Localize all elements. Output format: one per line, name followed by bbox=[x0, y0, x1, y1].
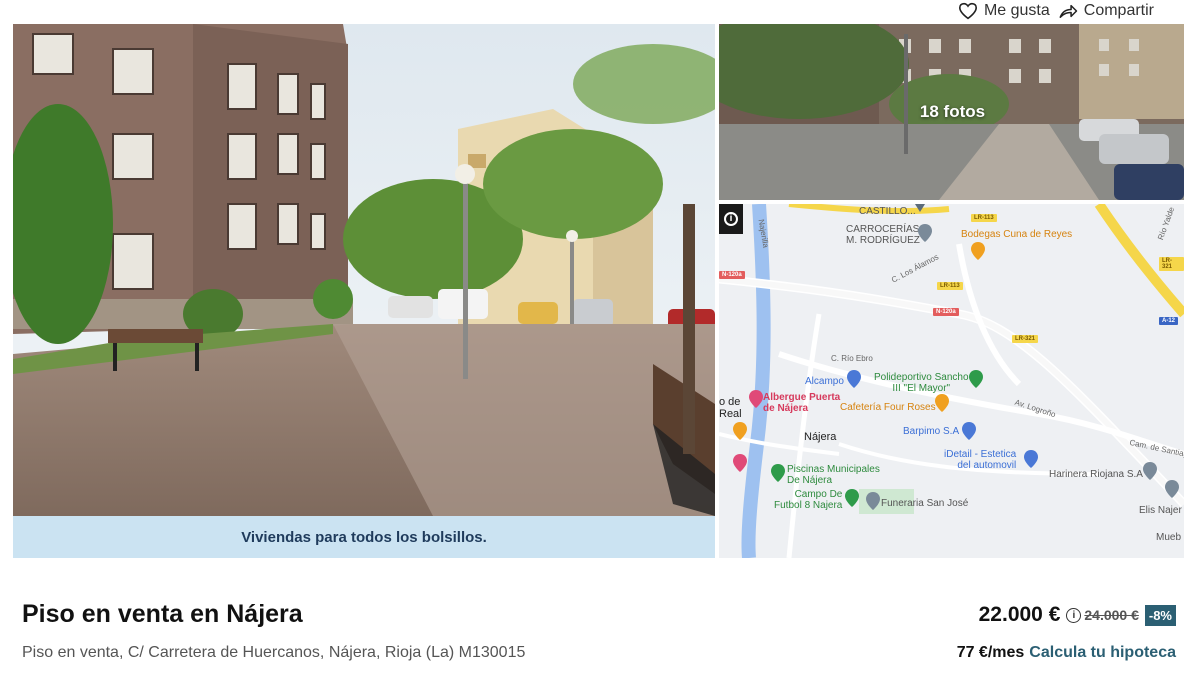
map-label-idetail: iDetail - Estetica del automovil bbox=[944, 449, 1017, 471]
map-pin-barpimo bbox=[962, 422, 976, 440]
map-label-carrocerias: CARROCERÍAS M. RODRÍGUEZ bbox=[846, 224, 920, 246]
map-pin-albergue bbox=[749, 390, 763, 408]
map-info-button[interactable]: i bbox=[719, 204, 743, 234]
map-label-elis: Elis Najer bbox=[1139, 505, 1182, 516]
mortgage-calculator-link[interactable]: Calcula tu hipoteca bbox=[1029, 644, 1176, 662]
map-pin-castillo bbox=[915, 204, 925, 212]
map-pin-alcampo bbox=[847, 370, 861, 388]
map-badge-n120a-b: N-120a bbox=[933, 308, 959, 316]
map-label-mueb: Mueb bbox=[1156, 532, 1182, 543]
map-label-castillo: CASTILLO... bbox=[859, 206, 916, 217]
listing-title: Piso en venta en Nájera bbox=[22, 600, 303, 628]
share-label: Compartir bbox=[1083, 2, 1154, 19]
map-pin-elis bbox=[1165, 480, 1179, 498]
listing-actions: Me gusta Compartir bbox=[958, 0, 1154, 22]
location-map[interactable]: i CASTILLO... CARROCERÍAS M. RODRÍGUEZ B… bbox=[719, 204, 1184, 558]
promo-banner: Viviendas para todos los bolsillos. bbox=[13, 516, 715, 558]
map-label-funeraria: Funeraria San José bbox=[881, 498, 969, 509]
main-photo[interactable] bbox=[13, 24, 715, 516]
like-button[interactable]: Me gusta bbox=[958, 2, 1050, 20]
monthly-payment: 77 €/mes bbox=[956, 644, 1025, 661]
price-info-icon[interactable]: i bbox=[1066, 607, 1082, 623]
map-pin-funeraria bbox=[866, 492, 880, 510]
map-label-cafeteria: Cafetería Four Roses bbox=[840, 402, 936, 413]
like-label: Me gusta bbox=[983, 2, 1050, 19]
photos-count-label: 18 fotos bbox=[919, 102, 986, 121]
map-pin-carrocerias bbox=[918, 224, 932, 242]
map-road-rio-ebro: C. Río Ebro bbox=[831, 354, 873, 363]
map-pin-polideportivo bbox=[969, 370, 983, 388]
heart-icon bbox=[958, 2, 977, 20]
map-label-harinera: Harinera Riojana S.A bbox=[1049, 469, 1143, 480]
map-label-barpimo: Barpimo S.A bbox=[903, 426, 960, 437]
map-pin-bodegas bbox=[971, 242, 985, 260]
share-icon bbox=[1059, 4, 1077, 18]
discount-badge: -8% bbox=[1144, 604, 1176, 626]
map-label-polideportivo: Polideportivo Sancho III "El Mayor" bbox=[874, 372, 969, 394]
listing-price: 22.000 € bbox=[978, 603, 1061, 626]
map-pin-cafeteria bbox=[935, 394, 949, 412]
map-pin-idetail bbox=[1024, 450, 1038, 468]
map-label-piscinas: Piscinas Municipales De Nájera bbox=[787, 464, 880, 486]
gallery-thumbnail[interactable]: 18 fotos bbox=[719, 24, 1184, 200]
map-label-bodegas: Bodegas Cuna de Reyes bbox=[961, 229, 1073, 240]
share-button[interactable]: Compartir bbox=[1058, 2, 1154, 20]
map-badge-lr113-a: LR-113 bbox=[971, 214, 997, 222]
map-badge-a12: A-12 bbox=[1159, 317, 1179, 325]
map-badge-lr113-b: LR-113 bbox=[937, 282, 963, 290]
map-label-alcampo: Alcampo bbox=[805, 376, 844, 387]
map-pin-restaurant bbox=[733, 422, 747, 440]
info-icon: i bbox=[724, 212, 738, 226]
map-pin-piscinas bbox=[771, 464, 785, 482]
map-pin-shop bbox=[733, 454, 747, 472]
map-label-campo: Campo De Futbol 8 Najera bbox=[774, 489, 843, 511]
map-pin-harinera bbox=[1143, 462, 1157, 480]
mortgage-row: 77 €/mes Calcula tu hipoteca bbox=[957, 644, 1176, 662]
map-label-najera: Nájera bbox=[804, 431, 837, 443]
old-price: 24.000 € bbox=[1084, 607, 1139, 623]
listing-address: Piso en venta, C/ Carretera de Huercanos… bbox=[22, 644, 526, 661]
map-badge-n120a-a: N-120a bbox=[719, 271, 745, 279]
map-pin-campo bbox=[845, 489, 859, 507]
map-badge-lr321-b: LR-321 bbox=[1012, 335, 1039, 343]
map-label-de-real: o de Real bbox=[719, 396, 742, 421]
map-label-albergue: Albergue Puerta de Nájera bbox=[763, 392, 841, 414]
price-row: 22.000 € i 24.000 € -8% bbox=[979, 603, 1176, 627]
map-badge-lr321-a: LR-321 bbox=[1159, 257, 1184, 271]
